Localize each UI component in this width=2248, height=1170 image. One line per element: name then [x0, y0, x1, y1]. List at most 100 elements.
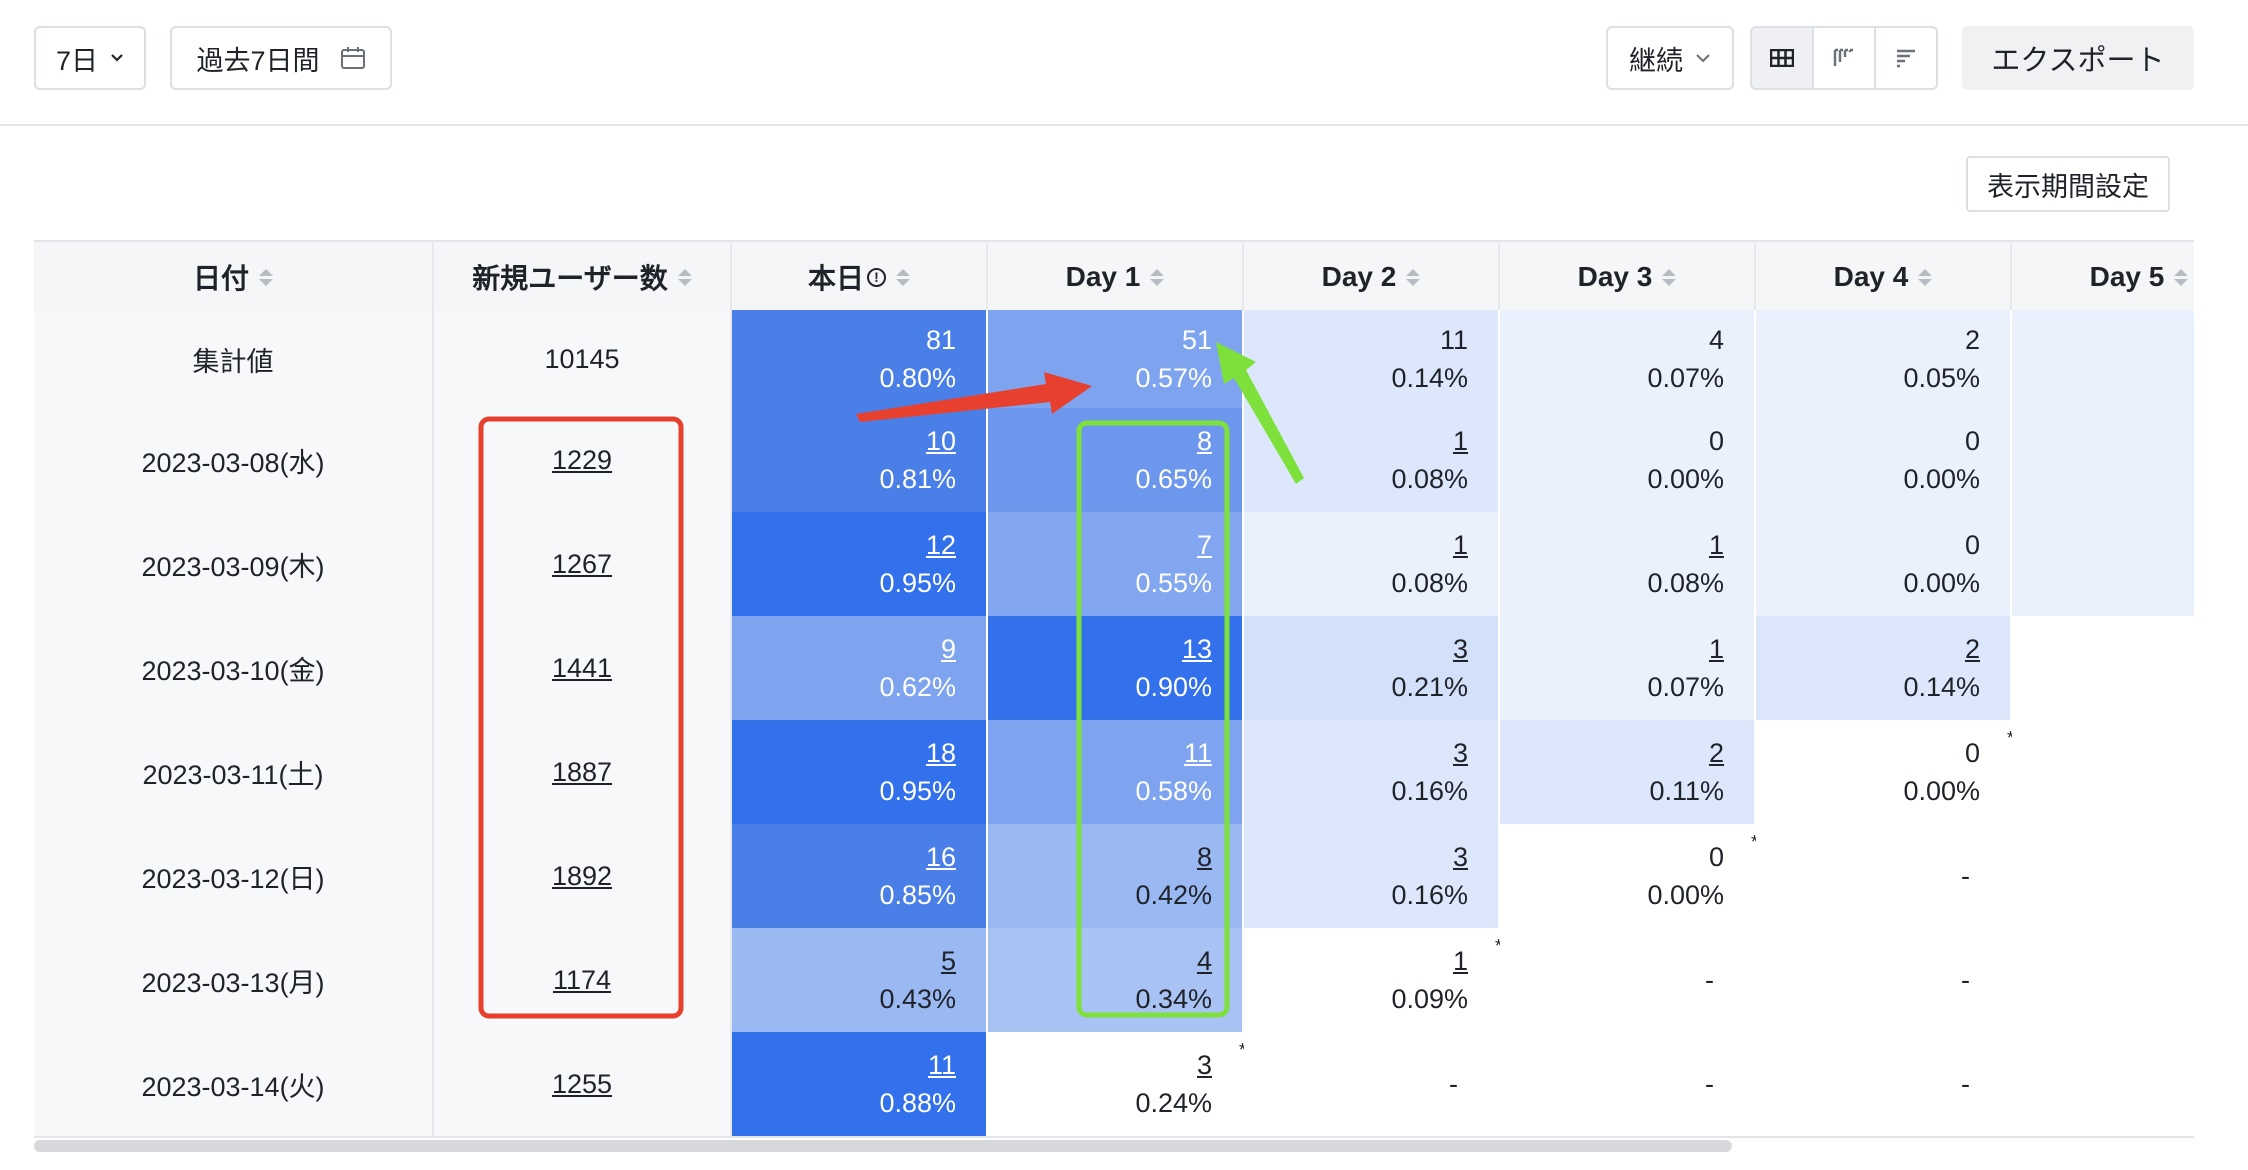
- new-users-link[interactable]: 1441: [552, 653, 612, 684]
- new-users-cell[interactable]: 1267: [434, 512, 732, 616]
- new-users-cell[interactable]: 1887: [434, 720, 732, 824]
- new-users-cell[interactable]: 1441: [434, 616, 732, 720]
- new-users-cell[interactable]: 1892: [434, 824, 732, 928]
- retention-count[interactable]: 11: [1184, 734, 1212, 772]
- retention-rate: 0.00%: [1903, 568, 1980, 598]
- header-day-3[interactable]: Day 3: [1500, 242, 1756, 312]
- sort-icon[interactable]: [1406, 268, 1421, 286]
- sort-icon[interactable]: [2174, 268, 2189, 286]
- header-new-users[interactable]: 新規ユーザー数: [434, 242, 732, 312]
- retention-cell[interactable]: 2 0.14%: [1756, 616, 2012, 720]
- sort-icon[interactable]: [1662, 268, 1677, 286]
- new-users-cell[interactable]: 1229: [434, 408, 732, 512]
- retention-count[interactable]: 3: [1453, 630, 1468, 668]
- period-settings-button[interactable]: 表示期間設定: [1966, 156, 2170, 212]
- header-label: 本日: [807, 263, 864, 294]
- retention-count[interactable]: 11: [928, 1046, 956, 1084]
- retention-count[interactable]: 4: [1197, 942, 1212, 980]
- retention-count[interactable]: 5: [941, 942, 956, 980]
- retention-count[interactable]: 13: [1182, 630, 1212, 668]
- stair-view-button[interactable]: [1874, 28, 1936, 88]
- header-day-1[interactable]: Day 1: [988, 242, 1244, 312]
- retention-rate: 0.43%: [879, 984, 956, 1014]
- retention-cell[interactable]: 3 0.24% *: [988, 1032, 1246, 1136]
- new-users-cell[interactable]: 1255: [434, 1032, 732, 1136]
- date-range-picker[interactable]: 過去7日間: [170, 26, 392, 90]
- retention-count[interactable]: 1: [1453, 942, 1468, 980]
- retention-count[interactable]: 3: [1453, 838, 1468, 876]
- retention-cell[interactable]: 3 0.16%: [1244, 720, 1500, 824]
- new-users-link[interactable]: 1229: [552, 445, 612, 476]
- retention-count[interactable]: 1: [1453, 526, 1468, 564]
- sort-icon[interactable]: [896, 268, 910, 286]
- retention-count[interactable]: 3: [1197, 1046, 1212, 1084]
- retention-cell[interactable]: 8 0.42%: [988, 824, 1244, 928]
- new-users-link[interactable]: 1174: [553, 965, 611, 996]
- retention-count[interactable]: 2: [1709, 734, 1724, 772]
- sort-icon[interactable]: [677, 268, 692, 286]
- left-aligned-view-button[interactable]: [1812, 28, 1874, 88]
- retention-cell[interactable]: 11 0.58%: [988, 720, 1244, 824]
- retention-cell[interactable]: 16 0.85%: [732, 824, 988, 928]
- retention-count[interactable]: 9: [941, 630, 956, 668]
- sort-icon[interactable]: [1150, 268, 1165, 286]
- retention-count[interactable]: 8: [1197, 422, 1212, 460]
- retention-cell: -: [1756, 1032, 2012, 1136]
- retention-cell[interactable]: 3 0.21%: [1244, 616, 1500, 720]
- retention-cell[interactable]: 2 0.11%: [1500, 720, 1756, 824]
- retention-count[interactable]: 1: [1709, 526, 1724, 564]
- retention-value: 8 0.42%: [1135, 824, 1212, 928]
- sort-icon[interactable]: [259, 268, 273, 286]
- retention-count[interactable]: 2: [1965, 630, 1980, 668]
- retention-cell[interactable]: 7 0.55%: [988, 512, 1244, 616]
- retention-cell[interactable]: 12 0.95%: [732, 512, 988, 616]
- new-users-link[interactable]: 1892: [552, 861, 612, 892]
- retention-cell[interactable]: 4 0.34%: [988, 928, 1244, 1032]
- retention-count[interactable]: 1: [1453, 422, 1468, 460]
- retention-rate: 0.08%: [1647, 568, 1724, 598]
- mode-select[interactable]: 継続: [1606, 26, 1734, 90]
- retention-cell[interactable]: 18 0.95%: [732, 720, 988, 824]
- retention-count[interactable]: 12: [926, 526, 956, 564]
- info-icon[interactable]: !: [867, 267, 886, 287]
- row-date: 集計値: [34, 310, 434, 408]
- new-users-link[interactable]: 1887: [552, 757, 612, 788]
- header-day-2[interactable]: Day 2: [1244, 242, 1500, 312]
- retention-cell[interactable]: 5 0.43%: [732, 928, 988, 1032]
- header-date[interactable]: 日付: [34, 242, 434, 312]
- interval-select-label: 7日: [55, 45, 99, 76]
- retention-cell[interactable]: 1 0.08%: [1500, 512, 1756, 616]
- new-users-link[interactable]: 1267: [552, 549, 612, 580]
- retention-cell[interactable]: 8 0.65%: [988, 408, 1244, 512]
- new-users-link[interactable]: 1255: [552, 1069, 612, 1100]
- retention-cell[interactable]: 11 0.88%: [732, 1032, 988, 1136]
- header-day-5[interactable]: Day 5: [2012, 242, 2194, 312]
- sort-icon[interactable]: [1918, 268, 1933, 286]
- retention-cell[interactable]: 13 0.90%: [988, 616, 1244, 720]
- header-today[interactable]: 本日!: [732, 242, 988, 312]
- retention-count[interactable]: 10: [926, 422, 956, 460]
- table-view-button[interactable]: [1752, 28, 1812, 88]
- retention-count[interactable]: 1: [1709, 630, 1724, 668]
- retention-cell[interactable]: 1 0.07%: [1500, 616, 1756, 720]
- retention-count[interactable]: 7: [1197, 526, 1212, 564]
- retention-table: 日付 新規ユーザー数 本日! Day 1 Day 2 Day 3 Day 4 Day 5 集計…: [34, 240, 2194, 1140]
- header-day-4[interactable]: Day 4: [1756, 242, 2012, 312]
- interval-select[interactable]: 7日: [34, 26, 146, 90]
- retention-cell[interactable]: 3 0.16%: [1244, 824, 1500, 928]
- new-users-cell: 10145: [434, 310, 732, 408]
- retention-cell[interactable]: 1 0.09% *: [1244, 928, 1502, 1032]
- retention-cell[interactable]: 1 0.08%: [1244, 408, 1500, 512]
- new-users-cell[interactable]: 1174: [434, 928, 732, 1032]
- horizontal-scrollbar[interactable]: [34, 1140, 1732, 1152]
- retention-count[interactable]: 3: [1453, 734, 1468, 772]
- export-button[interactable]: エクスポート: [1962, 26, 2194, 90]
- retention-cell[interactable]: 9 0.62%: [732, 616, 988, 720]
- retention-value: 12 0.95%: [879, 512, 956, 616]
- retention-count[interactable]: 18: [926, 734, 956, 772]
- retention-cell[interactable]: 10 0.81%: [732, 408, 988, 512]
- retention-cell[interactable]: 1 0.08%: [1244, 512, 1500, 616]
- retention-count[interactable]: 8: [1197, 838, 1212, 876]
- retention-value: 1 0.08%: [1391, 408, 1468, 512]
- retention-count[interactable]: 16: [926, 838, 956, 876]
